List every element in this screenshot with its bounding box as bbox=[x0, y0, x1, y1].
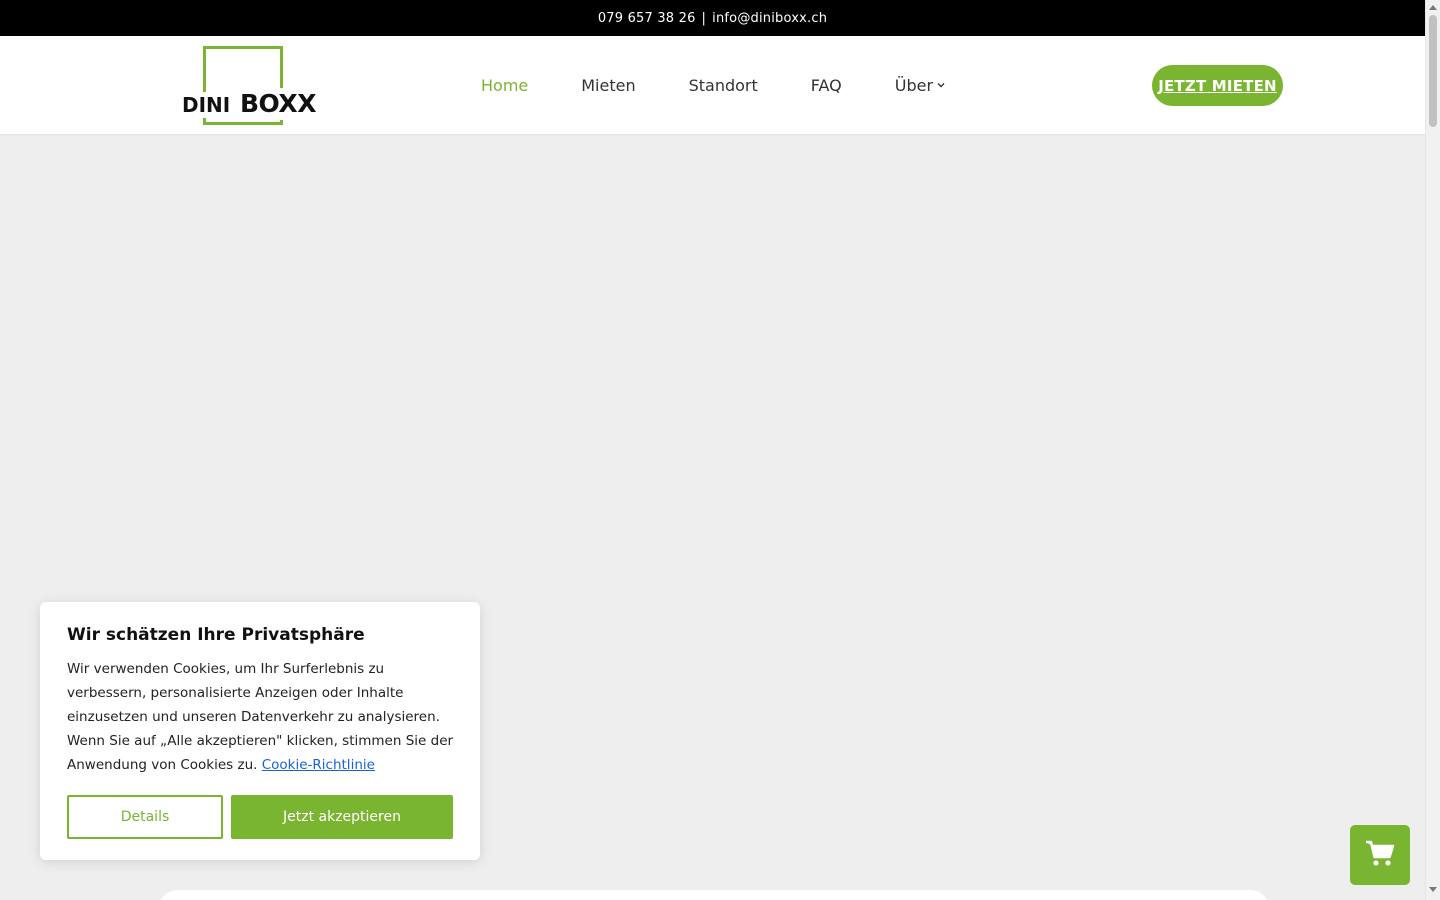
cookie-details-button[interactable]: Details bbox=[67, 795, 223, 839]
scrollbar-thumb[interactable] bbox=[1429, 15, 1437, 127]
contact-separator: | bbox=[701, 10, 707, 26]
logo-word-dini: DINI bbox=[182, 92, 234, 118]
phone-link[interactable]: 079 657 38 26 bbox=[598, 11, 696, 26]
email-link[interactable]: info@diniboxx.ch bbox=[712, 11, 827, 26]
cookie-title: Wir schätzen Ihre Privatsphäre bbox=[67, 625, 365, 645]
contact-bar: 079 657 38 26 | info@diniboxx.ch bbox=[0, 0, 1425, 36]
site-logo[interactable]: DINI BOXX bbox=[182, 45, 317, 127]
scroll-up-arrow-icon[interactable] bbox=[1429, 5, 1437, 10]
scroll-down-arrow-icon[interactable] bbox=[1429, 887, 1437, 892]
main-nav: Home Mieten Standort FAQ Über bbox=[481, 36, 945, 135]
cookie-accept-button[interactable]: Jetzt akzeptieren bbox=[231, 795, 453, 839]
rent-now-button[interactable]: JETZT MIETEN bbox=[1152, 65, 1283, 106]
content-card-top bbox=[158, 890, 1270, 900]
cookie-text: Wir verwenden Cookies, um Ihr Surferlebn… bbox=[67, 657, 454, 777]
nav-item-faq[interactable]: FAQ bbox=[811, 76, 842, 95]
nav-item-ueber-label: Über bbox=[894, 76, 934, 95]
site-header: DINI BOXX Home Mieten Standort FAQ Über … bbox=[0, 36, 1425, 135]
logo-word-boxx: BOXX bbox=[239, 88, 317, 120]
chevron-down-icon bbox=[937, 81, 945, 91]
nav-item-standort[interactable]: Standort bbox=[689, 76, 758, 95]
cart-button[interactable] bbox=[1350, 825, 1410, 885]
page-scrollbar[interactable] bbox=[1425, 0, 1440, 900]
shopping-cart-icon bbox=[1365, 839, 1395, 871]
nav-item-mieten[interactable]: Mieten bbox=[581, 76, 635, 95]
cookie-consent-banner: Wir schätzen Ihre Privatsphäre Wir verwe… bbox=[40, 602, 480, 860]
nav-item-ueber[interactable]: Über bbox=[895, 76, 945, 95]
cookie-buttons: Details Jetzt akzeptieren bbox=[67, 795, 453, 839]
cookie-policy-link[interactable]: Cookie-Richtlinie bbox=[262, 757, 375, 773]
page-viewport: 079 657 38 26 | info@diniboxx.ch DINI BO… bbox=[0, 0, 1425, 900]
cookie-body: Wir verwenden Cookies, um Ihr Surferlebn… bbox=[67, 661, 454, 773]
nav-item-home[interactable]: Home bbox=[481, 76, 528, 95]
